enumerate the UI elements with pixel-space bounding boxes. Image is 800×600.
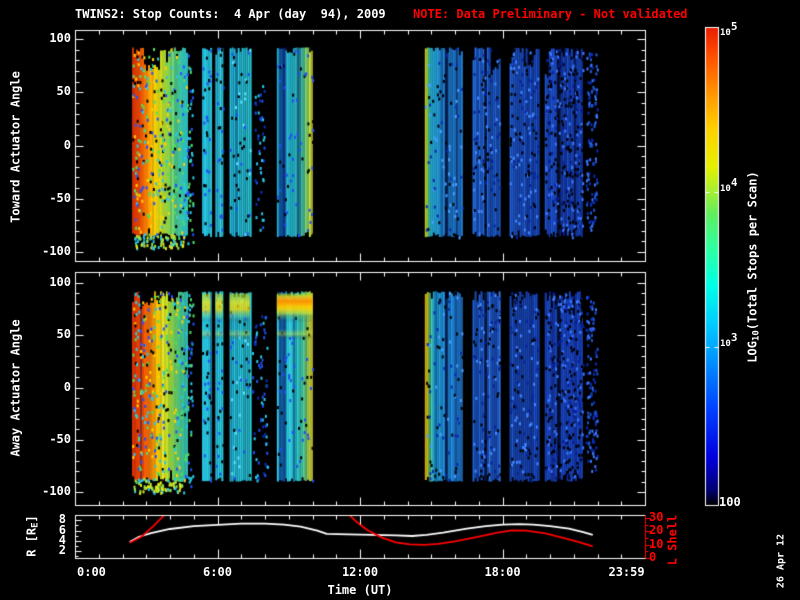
tick-label: 104 [720, 176, 737, 196]
tick-label: 23:59 [608, 565, 645, 579]
tick-label: 12:00 [341, 565, 379, 579]
tick-label: 10 [649, 536, 664, 551]
tick-label: 105 [720, 20, 737, 40]
tick-label: -100 [42, 484, 71, 498]
tick-label: 0 [63, 137, 71, 152]
tick-label: 50 [56, 84, 71, 99]
tick-label: 20 [649, 523, 664, 538]
colorbar-tick-base: 10 [720, 28, 731, 39]
date-stamp: 26 Apr 12 [775, 533, 787, 589]
tick-label: 0 [63, 379, 71, 394]
tick-label: 100 [49, 275, 71, 289]
tick-label: -50 [49, 431, 71, 446]
tick-label: 2 [58, 543, 66, 558]
tick-label: 103 [720, 331, 737, 351]
tick-label: -100 [42, 244, 71, 258]
colorbar-tick-exponent: 4 [730, 175, 738, 189]
colorbar-tick-base: 10 [720, 339, 731, 350]
tick-label: 30 [649, 510, 664, 525]
colorbar-tick-base: 10 [720, 183, 731, 194]
tick-label: 0 [649, 550, 657, 564]
tick-label: -50 [49, 190, 71, 205]
lshell-axis-label: L Shell [665, 514, 680, 566]
tick-label: 50 [56, 327, 71, 342]
figure: TWINS2: Stop Counts: 4 Apr (day 94), 200… [0, 0, 800, 600]
colorbar-tick-exponent: 3 [730, 331, 738, 345]
x-axis-title: Time (UT) [327, 583, 393, 597]
r-axis-label: R [RE] [24, 515, 41, 557]
toward-axis-label: Toward Actuator Angle [8, 71, 23, 223]
colorbar-tick-exponent: 5 [730, 20, 738, 34]
away-axis-label: Away Actuator Angle [8, 319, 23, 457]
plot-canvas [0, 0, 800, 600]
page-title: TWINS2: Stop Counts: 4 Apr (day 94), 200… [75, 7, 386, 21]
colorbar-label: LOG10(Total Stops per Scan) [745, 171, 762, 363]
tick-label: 18:00 [484, 565, 521, 579]
tick-label: 6:00 [203, 565, 232, 579]
tick-label: 100 [49, 31, 71, 45]
preliminary-note: NOTE: Data Preliminary - Not validated [413, 7, 688, 21]
tick-label: 100 [719, 494, 741, 509]
tick-label: 0:00 [77, 565, 106, 579]
